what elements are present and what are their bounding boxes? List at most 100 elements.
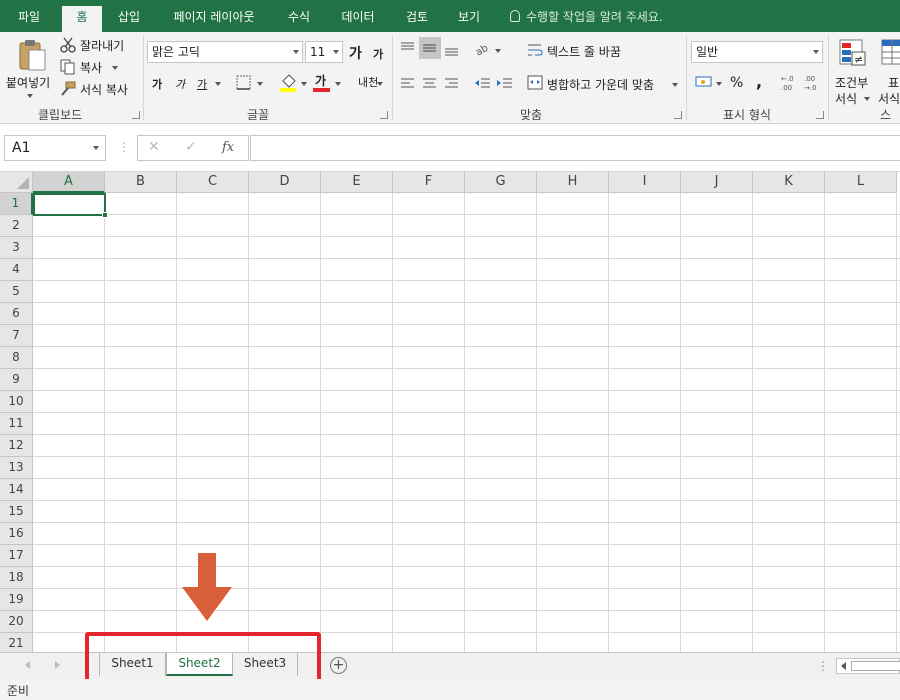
- select-all-button[interactable]: [0, 172, 33, 193]
- column-header-f[interactable]: F: [393, 172, 465, 193]
- tab-file[interactable]: 파일: [4, 6, 54, 32]
- orientation-dropdown-icon[interactable]: [495, 49, 501, 53]
- scroll-left-icon[interactable]: [841, 662, 846, 670]
- percent-button[interactable]: %: [730, 75, 743, 91]
- fill-handle[interactable]: [102, 212, 108, 218]
- enter-icon[interactable]: ✓: [185, 139, 197, 155]
- column-header-g[interactable]: G: [465, 172, 537, 193]
- tab-review[interactable]: 검토: [396, 6, 438, 32]
- row-header-12[interactable]: 12: [0, 435, 33, 457]
- border-dropdown-icon[interactable]: [257, 82, 263, 86]
- conditional-formatting-button[interactable]: ≠ 조건부 서식: [832, 36, 874, 106]
- decrease-indent-icon[interactable]: [474, 75, 492, 93]
- horizontal-scrollbar[interactable]: [836, 658, 900, 674]
- row-header-2[interactable]: 2: [0, 215, 33, 237]
- font-name-select[interactable]: 맑은 고딕: [147, 41, 303, 63]
- row-header-7[interactable]: 7: [0, 325, 33, 347]
- border-icon[interactable]: [236, 75, 252, 91]
- active-cell-a1[interactable]: [33, 193, 108, 218]
- font-launcher-icon[interactable]: [380, 111, 388, 119]
- phonetic-dropdown-icon[interactable]: [377, 82, 383, 86]
- font-size-select[interactable]: 11: [305, 41, 343, 63]
- copy-button[interactable]: 복사: [60, 58, 122, 76]
- row-header-11[interactable]: 11: [0, 413, 33, 435]
- row-header-21[interactable]: 21: [0, 633, 33, 652]
- number-launcher-icon[interactable]: [816, 111, 824, 119]
- row-header-20[interactable]: 20: [0, 611, 33, 633]
- alignment-launcher-icon[interactable]: [674, 111, 682, 119]
- row-header-15[interactable]: 15: [0, 501, 33, 523]
- paste-button[interactable]: 붙여넣기: [4, 36, 54, 100]
- align-top-icon[interactable]: [399, 40, 417, 58]
- column-header-a[interactable]: A: [33, 172, 105, 193]
- currency-icon[interactable]: [695, 74, 715, 92]
- tab-formulas[interactable]: 수식: [278, 6, 320, 32]
- format-as-table-button[interactable]: 표 서식: [876, 36, 900, 104]
- row-header-17[interactable]: 17: [0, 545, 33, 567]
- row-header-16[interactable]: 16: [0, 523, 33, 545]
- tab-data[interactable]: 데이터: [330, 6, 386, 32]
- tab-home[interactable]: 홈: [62, 6, 102, 32]
- tab-splitter-icon[interactable]: ⋮: [817, 659, 829, 673]
- align-right-icon[interactable]: [443, 75, 461, 93]
- bold-button[interactable]: 가: [152, 76, 162, 92]
- italic-button[interactable]: 가: [175, 76, 185, 92]
- tab-insert[interactable]: 삽입: [108, 6, 150, 32]
- row-header-3[interactable]: 3: [0, 237, 33, 259]
- column-header-c[interactable]: C: [177, 172, 249, 193]
- underline-dropdown-icon[interactable]: [215, 82, 221, 86]
- prev-sheet-icon[interactable]: [25, 661, 30, 669]
- underline-button[interactable]: 가: [197, 76, 207, 92]
- wrap-text-button[interactable]: 텍스트 줄 바꿈: [527, 41, 637, 61]
- column-header-e[interactable]: E: [321, 172, 393, 193]
- decrease-decimal-icon[interactable]: .00 →.0: [803, 72, 823, 92]
- shrink-font-button[interactable]: 가: [373, 46, 383, 62]
- align-center-icon[interactable]: [421, 75, 439, 93]
- align-middle-button[interactable]: [419, 37, 441, 59]
- orientation-icon[interactable]: ab: [474, 40, 492, 58]
- row-header-18[interactable]: 18: [0, 567, 33, 589]
- increase-decimal-icon[interactable]: ←.0 .00: [779, 72, 799, 92]
- scroll-thumb[interactable]: [851, 661, 900, 671]
- column-header-h[interactable]: H: [537, 172, 609, 193]
- column-header-k[interactable]: K: [753, 172, 825, 193]
- insert-function-icon[interactable]: fx: [222, 140, 234, 155]
- row-header-4[interactable]: 4: [0, 259, 33, 281]
- name-box[interactable]: A1: [4, 135, 106, 161]
- row-header-13[interactable]: 13: [0, 457, 33, 479]
- row-header-9[interactable]: 9: [0, 369, 33, 391]
- align-left-icon[interactable]: [399, 75, 417, 93]
- row-header-10[interactable]: 10: [0, 391, 33, 413]
- number-format-select[interactable]: 일반: [691, 41, 823, 63]
- name-box-dropdown-icon[interactable]: [93, 146, 99, 150]
- row-header-14[interactable]: 14: [0, 479, 33, 501]
- column-header-b[interactable]: B: [105, 172, 177, 193]
- next-sheet-icon[interactable]: [55, 661, 60, 669]
- font-color-dropdown-icon[interactable]: [335, 82, 341, 86]
- increase-indent-icon[interactable]: [496, 75, 514, 93]
- cell-area[interactable]: [33, 193, 900, 652]
- column-header-j[interactable]: J: [681, 172, 753, 193]
- row-header-19[interactable]: 19: [0, 589, 33, 611]
- phonetic-button[interactable]: 내천: [358, 74, 378, 90]
- column-header-l[interactable]: L: [825, 172, 897, 193]
- tab-view[interactable]: 보기: [448, 6, 490, 32]
- font-color-button[interactable]: 가: [313, 72, 333, 92]
- tell-me-search[interactable]: 수행할 작업을 알려 주세요.: [510, 6, 663, 28]
- merge-center-button[interactable]: 병합하고 가운데 맞춤: [527, 74, 683, 94]
- row-header-5[interactable]: 5: [0, 281, 33, 303]
- format-painter-button[interactable]: 서식 복사: [60, 80, 134, 98]
- column-header-d[interactable]: D: [249, 172, 321, 193]
- grow-font-button[interactable]: 가: [349, 43, 362, 63]
- currency-dropdown-icon[interactable]: [716, 82, 722, 86]
- fill-color-dropdown-icon[interactable]: [301, 82, 307, 86]
- align-bottom-icon[interactable]: [443, 40, 461, 58]
- fill-color-icon[interactable]: [279, 72, 299, 92]
- cut-button[interactable]: 잘라내기: [60, 36, 132, 54]
- clipboard-launcher-icon[interactable]: [132, 111, 140, 119]
- comma-button[interactable]: ,: [756, 72, 762, 91]
- formula-bar-splitter-icon[interactable]: ⋮: [118, 140, 130, 154]
- row-header-8[interactable]: 8: [0, 347, 33, 369]
- column-header-i[interactable]: I: [609, 172, 681, 193]
- formula-input[interactable]: [250, 135, 900, 161]
